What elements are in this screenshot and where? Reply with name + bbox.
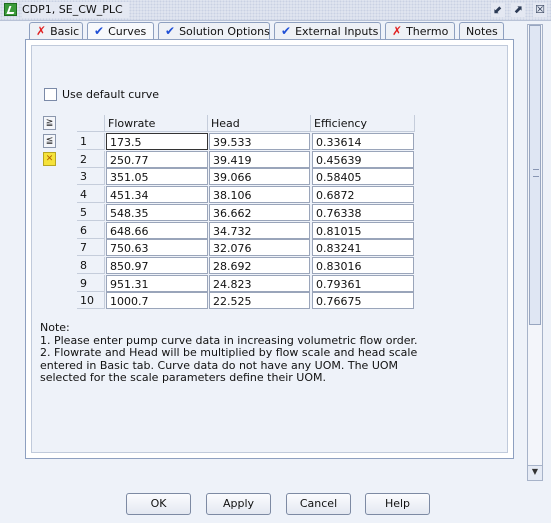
cell-flowrate[interactable]: 451.34 xyxy=(106,186,208,203)
insert-row-above-icon[interactable]: ≧ xyxy=(43,116,56,130)
tab-solution-options[interactable]: ✔ Solution Options xyxy=(158,22,270,39)
note-title: Note: xyxy=(40,321,70,334)
title-bar: CDP1, SE_CW_PLC ⬋ ⬈ ☒ xyxy=(0,0,551,21)
corner-header xyxy=(77,115,105,132)
row-number: 3 xyxy=(77,168,105,185)
vertical-scrollbar[interactable]: ▼ xyxy=(527,24,543,481)
cell-flowrate[interactable]: 1000.7 xyxy=(106,292,208,309)
cell-flowrate[interactable]: 850.97 xyxy=(106,257,208,274)
cell-flowrate[interactable]: 351.05 xyxy=(106,168,208,185)
insert-row-below-icon[interactable]: ≦ xyxy=(43,134,56,148)
error-x-icon: ✗ xyxy=(392,24,403,38)
column-header-efficiency: Efficiency xyxy=(311,115,415,132)
checkmark-icon: ✔ xyxy=(165,24,176,38)
cell-efficiency[interactable]: 0.79361 xyxy=(312,275,414,292)
close-icon[interactable]: ☒ xyxy=(533,3,547,17)
cell-efficiency[interactable]: 0.33614 xyxy=(312,133,414,150)
cell-head[interactable]: 39.066 xyxy=(209,168,310,185)
cell-head[interactable]: 28.692 xyxy=(209,257,310,274)
cell-efficiency[interactable]: 0.76338 xyxy=(312,204,414,221)
row-number: 4 xyxy=(77,186,105,203)
row-number: 1 xyxy=(77,133,105,150)
scrollbar-thumb[interactable] xyxy=(529,25,541,325)
apply-button[interactable]: Apply xyxy=(206,493,271,515)
row-number: 8 xyxy=(77,257,105,274)
scrollbar-grip-icon xyxy=(533,169,539,177)
checkmark-icon: ✔ xyxy=(281,24,292,38)
row-number: 9 xyxy=(77,275,105,292)
tab-external-inputs[interactable]: ✔ External Inputs xyxy=(274,22,381,39)
tab-thermo[interactable]: ✗ Thermo xyxy=(385,22,455,39)
cell-flowrate[interactable]: 951.31 xyxy=(106,275,208,292)
cell-head[interactable]: 32.076 xyxy=(209,239,310,256)
window-title: CDP1, SE_CW_PLC xyxy=(22,2,129,18)
curves-note: Note: 1. Please enter pump curve data in… xyxy=(40,321,440,385)
note-line-2: 2. Flowrate and Head will be multiplied … xyxy=(40,346,418,384)
checkbox-label: Use default curve xyxy=(62,88,160,101)
cell-flowrate[interactable]: 750.63 xyxy=(106,239,208,256)
cell-head[interactable]: 34.732 xyxy=(209,222,310,239)
cell-flowrate[interactable]: 548.35 xyxy=(106,204,208,221)
tab-curves[interactable]: ✔ Curves xyxy=(87,22,154,39)
error-x-icon: ✗ xyxy=(36,24,47,38)
row-number: 2 xyxy=(77,151,105,168)
cell-efficiency[interactable]: 0.81015 xyxy=(312,222,414,239)
ok-button[interactable]: OK xyxy=(126,493,191,515)
cell-efficiency[interactable]: 0.58405 xyxy=(312,168,414,185)
cancel-button[interactable]: Cancel xyxy=(286,493,351,515)
help-button[interactable]: Help xyxy=(365,493,430,515)
cell-head[interactable]: 38.106 xyxy=(209,186,310,203)
tab-basic[interactable]: ✗ Basic xyxy=(29,22,83,39)
checkbox-box[interactable] xyxy=(44,88,57,101)
delete-row-icon[interactable]: ✕ xyxy=(43,152,56,166)
cell-efficiency[interactable]: 0.83016 xyxy=(312,257,414,274)
cell-flowrate[interactable]: 173.5 xyxy=(106,133,208,150)
cell-efficiency[interactable]: 0.45639 xyxy=(312,151,414,168)
row-number: 10 xyxy=(77,292,105,309)
row-number: 6 xyxy=(77,222,105,239)
cell-efficiency[interactable]: 0.76675 xyxy=(312,292,414,309)
cell-efficiency[interactable]: 0.83241 xyxy=(312,239,414,256)
cell-head[interactable]: 24.823 xyxy=(209,275,310,292)
cell-head[interactable]: 39.533 xyxy=(209,133,310,150)
cell-efficiency[interactable]: 0.6872 xyxy=(312,186,414,203)
app-icon xyxy=(4,3,17,16)
row-number: 5 xyxy=(77,204,105,221)
row-number: 7 xyxy=(77,239,105,256)
cell-flowrate[interactable]: 250.77 xyxy=(106,151,208,168)
column-header-head: Head xyxy=(208,115,311,132)
tab-notes[interactable]: Notes xyxy=(459,22,504,39)
maximize-icon[interactable]: ⬈ xyxy=(511,3,525,17)
cell-head[interactable]: 22.525 xyxy=(209,292,310,309)
cell-flowrate[interactable]: 648.66 xyxy=(106,222,208,239)
minimize-icon[interactable]: ⬋ xyxy=(491,3,505,17)
scroll-down-arrow-icon[interactable]: ▼ xyxy=(528,465,542,480)
cell-head[interactable]: 39.419 xyxy=(209,151,310,168)
column-header-flowrate: Flowrate xyxy=(105,115,208,132)
cell-head[interactable]: 36.662 xyxy=(209,204,310,221)
checkmark-icon: ✔ xyxy=(94,24,105,38)
